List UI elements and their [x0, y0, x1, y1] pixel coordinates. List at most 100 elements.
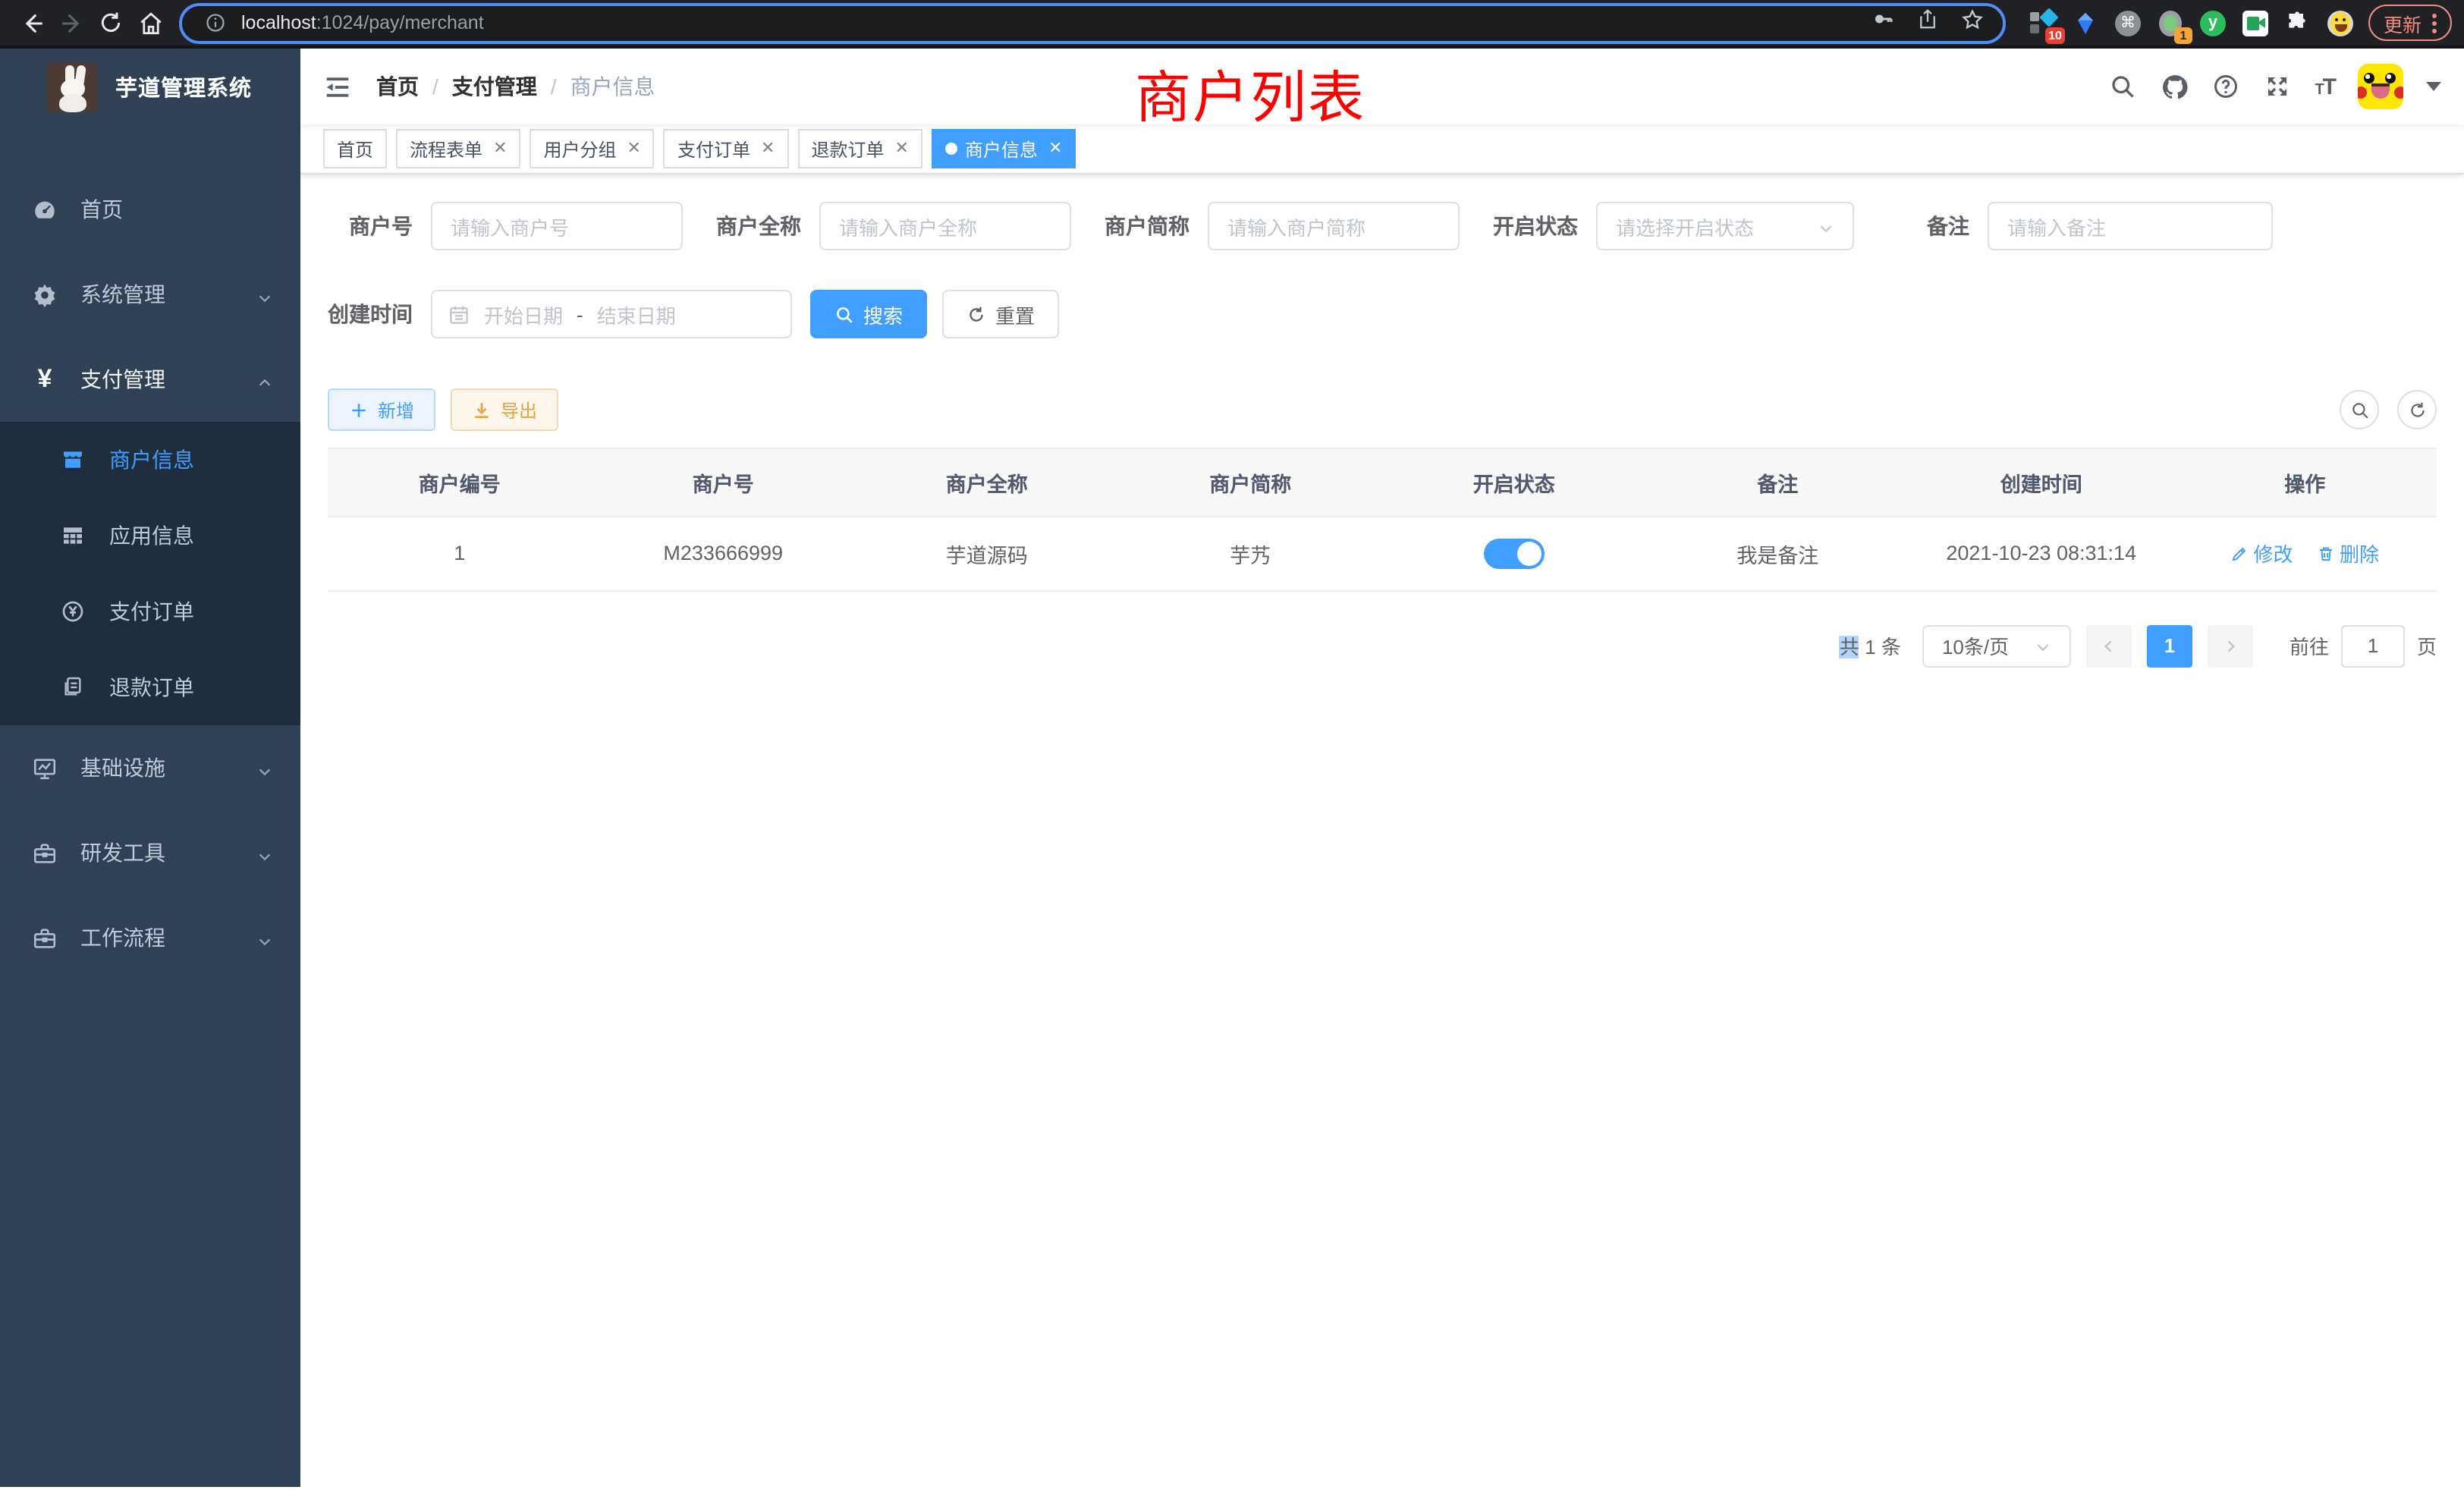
breadcrumb-home[interactable]: 首页 [376, 71, 419, 102]
info-icon[interactable] [200, 8, 229, 37]
browser-update-button[interactable]: 更新 [2368, 5, 2452, 41]
tab-home[interactable]: 首页 [323, 129, 387, 168]
sidebar-item-workflow[interactable]: 工作流程 [0, 895, 300, 980]
tab-pay-order[interactable]: 支付订单✕ [664, 129, 788, 168]
app-logo[interactable]: 芋道管理系统 [0, 49, 300, 124]
goto-label: 前往 [2290, 631, 2329, 660]
page-number-1[interactable]: 1 [2147, 624, 2192, 667]
github-icon[interactable] [2160, 72, 2189, 101]
help-icon[interactable] [2211, 72, 2240, 101]
search-button[interactable]: 搜索 [810, 290, 927, 338]
tab-merchant-info[interactable]: 商户信息✕ [932, 129, 1076, 168]
tab-refund-order[interactable]: 退款订单✕ [797, 129, 922, 168]
cell-merchant-no: M233666999 [592, 516, 856, 590]
toggle-search-button[interactable] [2340, 390, 2379, 429]
sidebar-item-pay[interactable]: ¥ 支付管理 [0, 337, 300, 422]
sidebar-collapse-icon[interactable] [323, 72, 352, 101]
sidebar-item-pay-order[interactable]: 支付订单 [0, 574, 300, 649]
user-avatar[interactable] [2358, 64, 2403, 109]
extension-egg-icon[interactable]: 1 [2158, 10, 2183, 36]
refresh-table-button[interactable] [2397, 390, 2437, 429]
tab-user-group[interactable]: 用户分组✕ [530, 129, 655, 168]
profile-avatar-icon[interactable] [2327, 10, 2353, 36]
screen: localhost:1024/pay/merchant 10 [0, 0, 2464, 1490]
page-size-select[interactable]: 10条/页 [1922, 624, 2071, 667]
documents-icon [61, 675, 85, 699]
full-name-input[interactable]: 请输入商户全称 [819, 202, 1071, 250]
back-icon[interactable] [12, 3, 52, 42]
key-icon[interactable] [1872, 8, 1895, 38]
breadcrumb: 首页 / 支付管理 / 商户信息 [376, 71, 655, 102]
short-name-input[interactable]: 请输入商户简称 [1208, 202, 1460, 250]
add-button[interactable]: 新增 [328, 388, 435, 431]
fullscreen-icon[interactable] [2263, 72, 2292, 101]
goto-page-input[interactable]: 1 [2341, 624, 2405, 667]
merchant-no-input[interactable]: 请输入商户号 [431, 202, 683, 250]
browser-menu-kebab-icon[interactable] [2432, 13, 2437, 33]
extension-command-icon[interactable]: ⌘ [2115, 10, 2141, 36]
sidebar-item-refund-order[interactable]: 退款订单 [0, 649, 300, 725]
extension-yuque-icon[interactable]: y [2200, 10, 2226, 36]
cell-status [1382, 516, 1646, 590]
sidebar-item-home[interactable]: 首页 [0, 167, 300, 252]
home-icon[interactable] [130, 3, 170, 42]
dashboard-icon [32, 196, 58, 222]
filter-row-2: 创建时间 开始日期 - 结束日期 搜索 [328, 290, 2437, 338]
download-icon [472, 400, 492, 420]
sidebar-item-app-info[interactable]: 应用信息 [0, 498, 300, 574]
col-status: 开启状态 [1382, 449, 1646, 516]
close-icon[interactable]: ✕ [758, 140, 775, 157]
tab-process-form[interactable]: 流程表单✕ [396, 129, 520, 168]
status-select[interactable]: 请选择开启状态 [1596, 202, 1854, 250]
chevron-down-icon [256, 759, 273, 776]
export-button[interactable]: 导出 [451, 388, 558, 431]
create-time-range-picker[interactable]: 开始日期 - 结束日期 [431, 290, 792, 338]
caret-down-icon[interactable] [2426, 82, 2441, 91]
font-size-icon[interactable]: TT [2315, 74, 2335, 99]
chevron-down-icon [1818, 218, 1834, 234]
sidebar-menu: 首页 系统管理 ¥ 支付管理 [0, 167, 300, 980]
sidebar: 芋道管理系统 首页 系统管理 [0, 49, 300, 1487]
chevron-up-icon [256, 371, 273, 388]
prev-page-button[interactable] [2086, 624, 2132, 667]
close-icon[interactable]: ✕ [624, 140, 641, 157]
logo-rabbit-icon [47, 61, 97, 112]
close-icon[interactable]: ✕ [891, 140, 908, 157]
reload-icon[interactable] [91, 3, 130, 42]
sidebar-item-merchant-info[interactable]: 商户信息 [0, 422, 300, 498]
delete-link[interactable]: 删除 [2317, 539, 2379, 567]
col-merchant-no: 商户号 [592, 449, 856, 516]
extensions-puzzle-icon[interactable] [2285, 10, 2311, 36]
search-icon[interactable] [2108, 72, 2137, 101]
header-actions: TT [2108, 64, 2441, 109]
sidebar-item-infra[interactable]: 基础设施 [0, 725, 300, 810]
close-icon[interactable]: ✕ [1045, 140, 1062, 157]
col-merchant-id: 商户编号 [328, 449, 592, 516]
extension-gem-icon[interactable] [2073, 10, 2098, 36]
forward-icon[interactable] [52, 3, 91, 42]
url-bar[interactable]: localhost:1024/pay/merchant [179, 2, 2006, 43]
share-icon[interactable] [1916, 8, 1939, 38]
url-text[interactable]: localhost:1024/pay/merchant [241, 12, 484, 33]
col-actions: 操作 [2173, 449, 2437, 516]
extension-grid-icon[interactable]: 10 [2030, 10, 2056, 36]
close-icon[interactable]: ✕ [490, 140, 507, 157]
extension-meet-icon[interactable] [2242, 10, 2268, 36]
sidebar-item-devtools[interactable]: 研发工具 [0, 810, 300, 895]
sidebar-item-system[interactable]: 系统管理 [0, 252, 300, 337]
next-page-button[interactable] [2208, 624, 2253, 667]
status-toggle[interactable] [1484, 538, 1545, 568]
reset-button[interactable]: 重置 [942, 290, 1059, 338]
short-name-label: 商户简称 [1105, 211, 1208, 241]
browser-toolbar: localhost:1024/pay/merchant 10 [0, 0, 2464, 49]
remark-input[interactable]: 请输入备注 [1988, 202, 2273, 250]
app-header: 首页 / 支付管理 / 商户信息 [300, 49, 2464, 124]
star-icon[interactable] [1960, 7, 1985, 39]
cell-actions: 修改 删除 [2173, 516, 2437, 590]
annotation-text: 商户列表 [1135, 52, 1366, 134]
breadcrumb-pay[interactable]: 支付管理 [452, 71, 537, 102]
col-create-time: 创建时间 [1909, 449, 2173, 516]
monitor-icon [32, 755, 58, 781]
edit-link[interactable]: 修改 [2230, 539, 2293, 567]
yen-icon: ¥ [32, 366, 58, 392]
